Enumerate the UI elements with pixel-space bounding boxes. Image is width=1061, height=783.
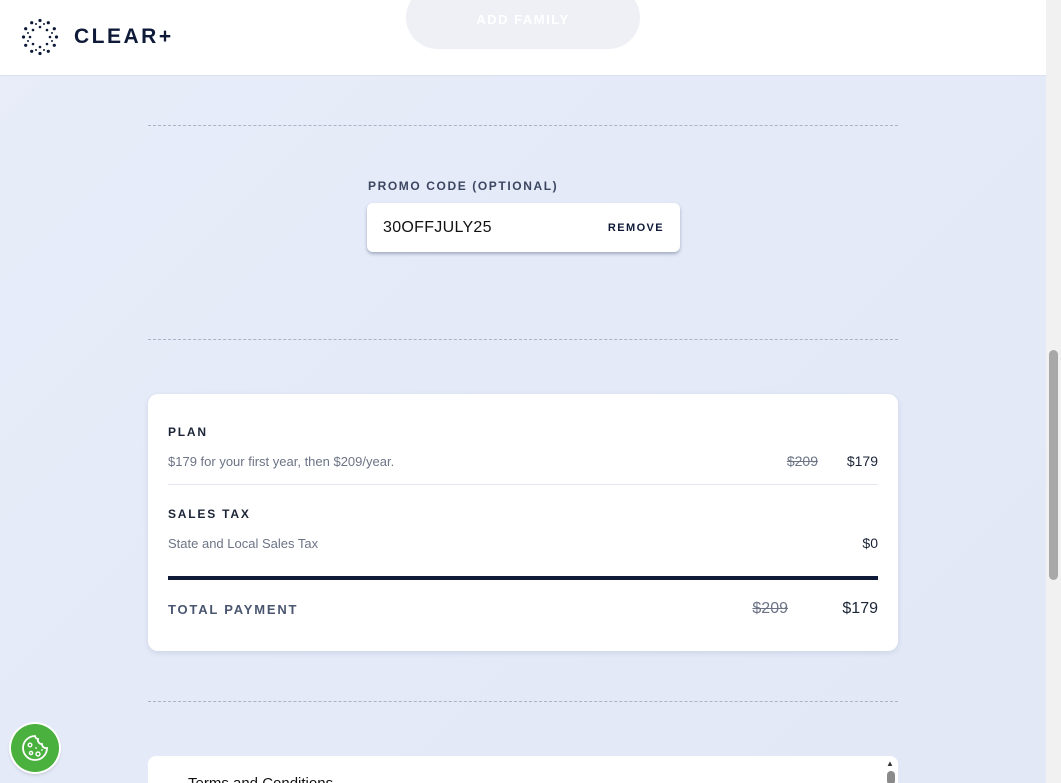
plan-description: $179 for your first year, then $209/year… — [168, 454, 395, 469]
total-original-price: $209 — [752, 600, 788, 617]
add-family-button[interactable]: ADD FAMILY — [406, 0, 640, 49]
logo-text: CLEAR+ — [74, 25, 174, 48]
terms-container[interactable]: Terms and Conditions — [148, 756, 898, 783]
section-divider — [148, 339, 898, 340]
remove-promo-button[interactable]: REMOVE — [608, 222, 664, 234]
sales-tax-title: SALES TAX — [168, 507, 251, 521]
plan-original-price: $209 — [786, 453, 818, 469]
page-scrollbar[interactable] — [1046, 0, 1061, 783]
site-header: CLEAR+ ADD FAMILY — [0, 0, 1046, 76]
section-divider — [148, 701, 898, 702]
total-payment-label: TOTAL PAYMENT — [168, 602, 299, 617]
promo-code-label: PROMO CODE (OPTIONAL) — [368, 179, 559, 193]
total-divider — [168, 576, 878, 580]
payment-summary-card: PLAN $179 for your first year, then $209… — [148, 394, 898, 651]
plan-price: $179 — [846, 453, 878, 469]
cookie-icon — [22, 735, 48, 761]
promo-code-value[interactable]: 30OFFJULY25 — [383, 219, 492, 237]
clear-logo[interactable]: CLEAR+ — [21, 18, 174, 56]
page-scrollbar-thumb[interactable] — [1049, 350, 1058, 580]
total-price: $179 — [842, 600, 878, 617]
terms-scrollbar-thumb[interactable] — [887, 771, 895, 783]
row-divider — [168, 484, 878, 485]
sales-tax-amount: $0 — [862, 535, 878, 551]
terms-scroll-up-icon[interactable]: ▲ — [886, 759, 894, 768]
plan-title: PLAN — [168, 425, 208, 439]
section-divider — [148, 125, 898, 126]
sales-tax-description: State and Local Sales Tax — [168, 536, 319, 551]
clear-dots-ring-icon — [21, 18, 59, 56]
terms-title: Terms and Conditions — [188, 775, 333, 783]
cookie-settings-button[interactable] — [11, 724, 59, 772]
promo-code-field[interactable]: 30OFFJULY25 REMOVE — [367, 203, 680, 252]
